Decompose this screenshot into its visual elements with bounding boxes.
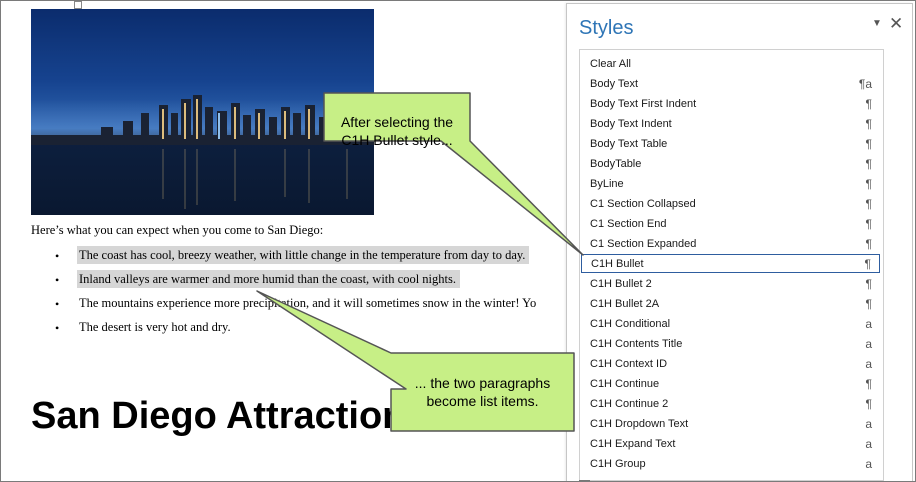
callout-text-first: After selecting the C1H Bullet style... — [324, 113, 470, 149]
dropdown-arrow-icon[interactable]: ▼ — [872, 18, 882, 29]
callout-line: become list items. — [426, 393, 539, 409]
style-item-label: C1 Section Collapsed — [590, 198, 696, 210]
style-item[interactable]: Body Text Table ¶ — [581, 135, 880, 154]
styles-list: Clear All Body Text ¶a Body Text First I… — [579, 49, 884, 481]
close-icon[interactable]: ✕ — [889, 14, 903, 34]
style-item[interactable]: Body Text First Indent ¶ — [581, 95, 880, 114]
character-style-icon: a — [865, 437, 872, 451]
list-item-text: Inland valleys are warmer and more humid… — [77, 270, 460, 288]
style-item[interactable]: C1H Bullet 2 ¶ — [581, 275, 880, 294]
document-intro-text: Here’s what you can expect when you come… — [31, 223, 324, 237]
style-item[interactable]: C1H Conditional a — [581, 315, 880, 334]
style-item-selected[interactable]: C1H Bullet ¶ — [581, 254, 880, 273]
character-style-icon: a — [865, 417, 872, 431]
paragraph-mark-icon: ¶ — [865, 97, 872, 111]
paragraph-mark-icon: ¶ — [865, 297, 872, 311]
style-item[interactable]: C1H Continue ¶ — [581, 375, 880, 394]
paragraph-mark-icon: ¶ — [865, 397, 872, 411]
style-item[interactable]: Body Text Indent ¶ — [581, 115, 880, 134]
style-item-label: C1H Bullet 2A — [590, 298, 660, 310]
bullet-marker: • — [55, 249, 60, 263]
style-item-label: C1H Expand Text — [590, 438, 676, 450]
style-item-label: C1H Dropdown Text — [590, 418, 689, 430]
screenshot-frame: Here’s what you can expect when you come… — [0, 0, 916, 482]
character-style-icon: a — [865, 357, 872, 371]
style-item[interactable]: Body Text ¶a — [581, 75, 880, 94]
paragraph-mark-icon: ¶ — [865, 277, 872, 291]
style-item-label: C1H Context ID — [590, 358, 668, 370]
style-item[interactable]: C1 Section End ¶ — [581, 215, 880, 234]
linked-style-icon: ¶a — [858, 77, 872, 91]
style-item-label: C1 Section End — [590, 218, 667, 230]
paragraph-mark-icon: ¶ — [865, 157, 872, 171]
paragraph-mark-icon: ¶ — [865, 137, 872, 151]
callout-line: ... the two paragraphs — [414, 375, 551, 391]
bullet-marker: • — [55, 321, 60, 335]
callout-line: After selecting the — [340, 114, 454, 130]
style-item-label: C1 Section Expanded — [590, 238, 697, 250]
style-item-label: C1H Group — [590, 458, 646, 470]
paragraph-mark-icon: ¶ — [865, 117, 872, 131]
style-item-label: C1H Continue 2 — [590, 398, 669, 410]
paragraph-mark-icon: ¶ — [865, 177, 872, 191]
style-item[interactable]: C1H Continue 2 ¶ — [581, 395, 880, 414]
style-item-label: C1H Contents Title — [590, 338, 683, 350]
style-item-label: Body Text — [590, 78, 639, 90]
style-item[interactable]: BodyTable ¶ — [581, 155, 880, 174]
style-item[interactable]: ByLine ¶ — [581, 175, 880, 194]
style-item-label: Clear All — [590, 58, 631, 70]
style-item-label: C1H Bullet 2 — [590, 278, 652, 290]
style-item[interactable]: C1H Contents Title a — [581, 335, 880, 354]
city-skyline-graphic — [31, 95, 374, 209]
style-item-label: C1H Bullet — [591, 258, 644, 270]
style-item-clear-all[interactable]: Clear All — [581, 55, 880, 74]
styles-pane-title: Styles — [579, 17, 634, 39]
character-style-icon: a — [865, 337, 872, 351]
style-item[interactable]: C1 Section Expanded ¶ — [581, 235, 880, 254]
paragraph-mark-icon: ¶ — [865, 237, 872, 251]
san-diego-skyline-image — [31, 9, 374, 215]
callout-line: C1H Bullet style... — [341, 132, 453, 148]
list-item-text: The desert is very hot and dry. — [79, 320, 231, 334]
character-style-icon: a — [865, 457, 872, 471]
styles-pane: Styles ▼ ✕ Clear All Body Text ¶a Body T… — [566, 3, 913, 481]
style-item[interactable]: C1H Context ID a — [581, 355, 880, 374]
style-item-label: ByLine — [590, 178, 624, 190]
character-style-icon: a — [865, 317, 872, 331]
style-item[interactable]: C1H Expand Text a — [581, 435, 880, 454]
bullet-marker: • — [55, 297, 60, 311]
callout-text-second: ... the two paragraphs become list items… — [391, 374, 574, 410]
section-heading: San Diego Attractions — [31, 395, 427, 437]
style-item-label: Body Text Table — [590, 138, 668, 150]
style-item[interactable]: C1 Section Collapsed ¶ — [581, 195, 880, 214]
list-item-text: The coast has cool, breezy weather, with… — [77, 246, 530, 264]
style-item-label: Body Text Indent — [590, 118, 672, 130]
paragraph-mark-icon: ¶ — [865, 197, 872, 211]
style-item-label: C1H Continue — [590, 378, 660, 390]
style-item-label: Body Text First Indent — [590, 98, 697, 110]
paragraph-mark-icon: ¶ — [865, 217, 872, 231]
style-item[interactable]: C1H Bullet 2A ¶ — [581, 295, 880, 314]
image-handle[interactable] — [74, 1, 82, 9]
paragraph-mark-icon: ¶ — [865, 377, 872, 391]
list-item-text: The mountains experience more precipitat… — [79, 296, 537, 310]
style-item[interactable]: C1H Group a — [581, 455, 880, 474]
style-item-label: C1H Conditional — [590, 318, 671, 330]
style-item[interactable]: C1H Dropdown Text a — [581, 415, 880, 434]
bullet-marker: • — [55, 273, 60, 287]
paragraph-mark-icon: ¶ — [864, 257, 871, 271]
style-item-label: BodyTable — [590, 158, 642, 170]
